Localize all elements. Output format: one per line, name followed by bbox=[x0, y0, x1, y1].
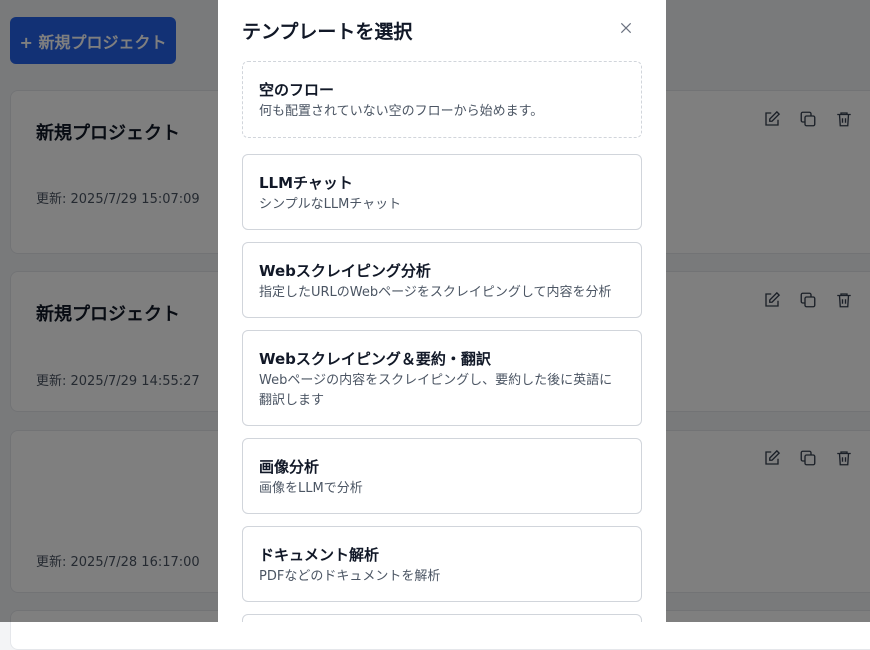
template-description: Webページの内容をスクレイピングし、要約した後に英語に翻訳します bbox=[259, 373, 613, 408]
close-button[interactable] bbox=[616, 18, 636, 38]
template-empty-flow[interactable]: 空のフロー 何も配置されていない空のフローから始めます。 bbox=[242, 61, 642, 138]
modal-title: テンプレートを選択 bbox=[242, 21, 413, 43]
template-description: 画像をLLMで分析 bbox=[259, 481, 363, 496]
template-web-scraping-analysis[interactable]: Webスクレイピング分析 指定したURLのWebページをスクレイピングして内容を… bbox=[242, 242, 642, 318]
template-name: 空のフロー bbox=[259, 81, 335, 99]
template-name: 画像分析 bbox=[259, 458, 320, 476]
template-name: Webスクレイピング分析 bbox=[259, 262, 431, 280]
template-description: PDFなどのドキュメントを解析 bbox=[259, 569, 441, 584]
template-document-analysis[interactable]: ドキュメント解析 PDFなどのドキュメントを解析 bbox=[242, 526, 642, 602]
close-icon bbox=[620, 22, 632, 34]
template-description: 指定したURLのWebページをスクレイピングして内容を分析 bbox=[259, 285, 612, 300]
template-name: ドキュメント解析 bbox=[259, 546, 380, 564]
template-name: LLMチャット bbox=[259, 174, 353, 192]
template-name: Webスクレイピング＆要約・翻訳 bbox=[259, 350, 491, 368]
template-select-modal: テンプレートを選択 空のフロー 何も配置されていない空のフローから始めます。 L… bbox=[218, 0, 666, 622]
template-description: シンプルなLLMチャット bbox=[259, 197, 402, 212]
template-image-analysis[interactable]: 画像分析 画像をLLMで分析 bbox=[242, 438, 642, 514]
template-description: 何も配置されていない空のフローから始めます。 bbox=[259, 104, 544, 119]
template-card-partial[interactable] bbox=[242, 614, 642, 622]
template-llm-chat[interactable]: LLMチャット シンプルなLLMチャット bbox=[242, 154, 642, 230]
template-web-scraping-summary-translate[interactable]: Webスクレイピング＆要約・翻訳 Webページの内容をスクレイピングし、要約した… bbox=[242, 330, 642, 426]
